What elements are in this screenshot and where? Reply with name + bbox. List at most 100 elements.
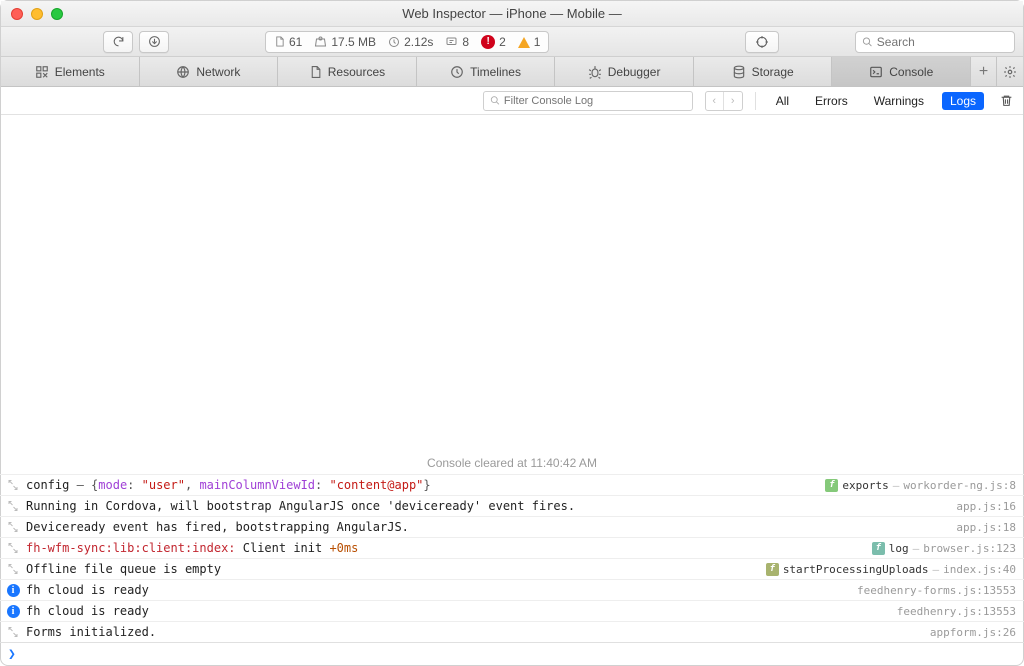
filter-all[interactable]: All	[768, 92, 797, 110]
log-icon	[6, 499, 20, 513]
message-count: 8	[445, 35, 469, 49]
search-field[interactable]	[855, 31, 1015, 53]
console-source-location[interactable]: app.js:16	[956, 500, 1016, 513]
separator	[755, 92, 756, 110]
console-filter-field[interactable]	[483, 91, 693, 111]
search-icon	[490, 95, 500, 106]
function-name: exports	[842, 479, 888, 492]
tab-elements[interactable]: Elements	[1, 57, 140, 86]
filter-prev-button[interactable]: ‹	[706, 92, 724, 110]
console-prompt[interactable]: ❯	[0, 642, 1024, 666]
function-badge-icon: f	[872, 542, 885, 555]
console-level-filters: All Errors Warnings Logs	[768, 92, 984, 110]
crosshair-icon	[755, 35, 769, 49]
console-row[interactable]: Running in Cordova, will bootstrap Angul…	[0, 495, 1024, 516]
error-count: ! 2	[481, 35, 506, 49]
tab-settings[interactable]	[997, 57, 1023, 86]
console-filter-input[interactable]	[504, 95, 686, 107]
tab-timelines[interactable]: Timelines	[417, 57, 556, 86]
console-empty-area	[0, 116, 1024, 448]
console-source-location[interactable]: appform.js:26	[930, 626, 1016, 639]
source-file: browser.js:123	[923, 542, 1016, 555]
info-icon: i	[6, 583, 20, 597]
console-message: config – {mode: "user", mainColumnViewId…	[26, 478, 825, 492]
source-file: index.js:40	[943, 563, 1016, 576]
network-icon	[176, 65, 190, 79]
tab-storage[interactable]: Storage	[694, 57, 833, 86]
console-row[interactable]: fh-wfm-sync:lib:client:index: Client ini…	[0, 537, 1024, 558]
function-badge-icon: f	[825, 479, 838, 492]
console-filterbar: ‹ › All Errors Warnings Logs	[1, 87, 1023, 115]
console-rows: config – {mode: "user", mainColumnViewId…	[0, 474, 1024, 642]
download-button[interactable]	[139, 31, 169, 53]
source-file: app.js:18	[956, 521, 1016, 534]
console-message: Running in Cordova, will bootstrap Angul…	[26, 499, 956, 513]
filter-errors[interactable]: Errors	[807, 92, 856, 110]
console-row[interactable]: config – {mode: "user", mainColumnViewId…	[0, 474, 1024, 495]
tab-debugger[interactable]: Debugger	[555, 57, 694, 86]
info-icon: i	[6, 604, 20, 618]
load-time: 2.12s	[388, 35, 433, 49]
console-cleared-message: Console cleared at 11:40:42 AM	[0, 448, 1024, 474]
resources-count: 61	[274, 35, 302, 49]
window-title: Web Inspector — iPhone — Mobile —	[1, 6, 1023, 21]
console-source-location[interactable]: app.js:18	[956, 521, 1016, 534]
toolbar: 61 17.5 MB 2.12s 8 ! 2 1	[1, 27, 1023, 57]
console-source-location[interactable]: flog—browser.js:123	[872, 542, 1016, 555]
source-file: feedhenry.js:13553	[897, 605, 1016, 618]
tab-resources[interactable]: Resources	[278, 57, 417, 86]
function-name: startProcessingUploads	[783, 563, 929, 576]
log-icon	[6, 520, 20, 534]
console-source-location[interactable]: fstartProcessingUploads—index.js:40	[766, 563, 1016, 576]
resources-icon	[309, 65, 322, 79]
filter-nav: ‹ ›	[705, 91, 743, 111]
document-icon	[274, 35, 285, 48]
console-message: fh cloud is ready	[26, 604, 897, 618]
console-row[interactable]: Offline file queue is emptyfstartProcess…	[0, 558, 1024, 579]
filter-logs[interactable]: Logs	[942, 92, 984, 110]
search-input[interactable]	[877, 35, 1008, 49]
console-source-location[interactable]: feedhenry-forms.js:13553	[857, 584, 1016, 597]
storage-icon	[732, 65, 746, 79]
console-icon	[869, 65, 883, 79]
filter-warnings[interactable]: Warnings	[866, 92, 932, 110]
download-icon	[148, 35, 161, 48]
log-icon	[6, 541, 20, 555]
prompt-chevron-icon: ❯	[8, 647, 16, 662]
status-pill: 61 17.5 MB 2.12s 8 ! 2 1	[265, 31, 549, 53]
console-source-location[interactable]: feedhenry.js:13553	[897, 605, 1016, 618]
filter-next-button[interactable]: ›	[724, 92, 742, 110]
tab-console[interactable]: Console	[832, 57, 971, 86]
element-picker-button[interactable]	[745, 31, 779, 53]
error-icon: !	[481, 35, 495, 49]
console-message: Forms initialized.	[26, 625, 930, 639]
console-message: Deviceready event has fired, bootstrappi…	[26, 520, 956, 534]
source-file: app.js:16	[956, 500, 1016, 513]
window-titlebar: Web Inspector — iPhone — Mobile —	[1, 1, 1023, 27]
reload-button[interactable]	[103, 31, 133, 53]
source-file: appform.js:26	[930, 626, 1016, 639]
new-tab-button[interactable]: +	[971, 57, 997, 86]
debugger-icon	[588, 65, 602, 79]
log-icon	[6, 625, 20, 639]
console-source-location[interactable]: fexports—workorder-ng.js:8	[825, 479, 1016, 492]
console-row[interactable]: ifh cloud is readyfeedhenry-forms.js:135…	[0, 579, 1024, 600]
trash-icon	[1000, 93, 1013, 108]
search-icon	[862, 36, 873, 48]
reload-icon	[112, 35, 125, 48]
function-badge-icon: f	[766, 563, 779, 576]
elements-icon	[35, 65, 49, 79]
console-row[interactable]: i fh cloud is readyfeedhenry.js:13553	[0, 600, 1024, 621]
panel-tabs: Elements Network Resources Timelines Deb…	[1, 57, 1023, 87]
source-file: feedhenry-forms.js:13553	[857, 584, 1016, 597]
weight-icon	[314, 36, 327, 48]
console-message: fh-wfm-sync:lib:client:index: Client ini…	[26, 541, 872, 555]
console-row[interactable]: Forms initialized.appform.js:26	[0, 621, 1024, 642]
warning-icon	[518, 37, 530, 48]
clear-console-button[interactable]	[996, 93, 1017, 108]
function-name: log	[889, 542, 909, 555]
message-icon	[445, 36, 458, 48]
clock-icon	[388, 36, 400, 48]
tab-network[interactable]: Network	[140, 57, 279, 86]
console-row[interactable]: Deviceready event has fired, bootstrappi…	[0, 516, 1024, 537]
